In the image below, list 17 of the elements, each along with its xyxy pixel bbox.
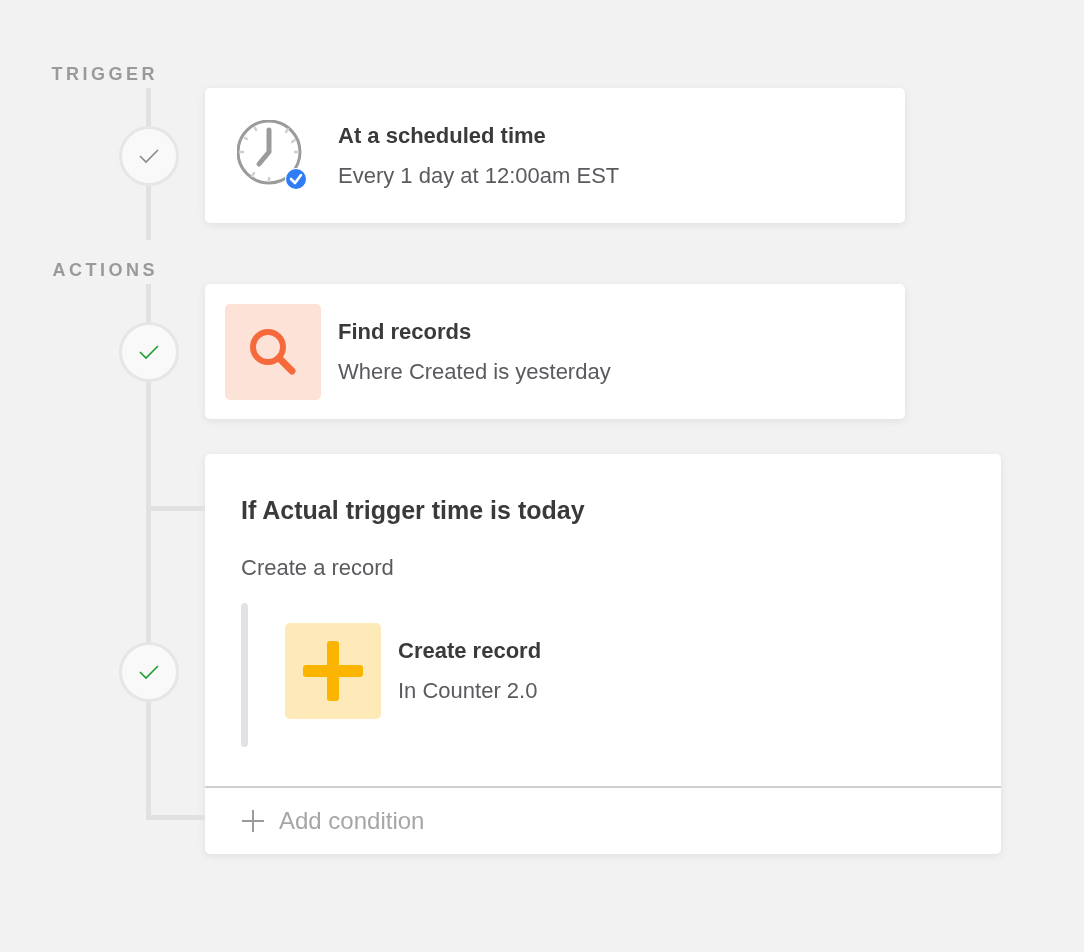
step-subtitle: In Counter 2.0 [398,678,539,704]
step-card[interactable]: Find records Where Created is yesterday [205,284,905,419]
step-title: At a scheduled time [338,122,547,149]
search-icon [225,303,321,400]
clock-icon [237,119,309,192]
step-card[interactable]: At a scheduled time Every 1 day at 12:00am EST [205,88,905,223]
section-label: ACTIONS [51,259,158,282]
plus-icon [241,809,265,833]
step-title: Find records [338,318,473,345]
plus-icon [285,623,381,719]
step-subtitle: Every 1 day at 12:00am EST [338,162,620,189]
condition-subtitle: Create a record [241,555,395,581]
nested-step[interactable]: Create record In Counter 2.0 [285,623,542,719]
section-label: TRIGGER [50,63,158,86]
step-title: Create record [398,638,542,664]
step-subtitle: Where Created is yesterday [338,358,611,385]
condition-title: If Actual trigger time is today [241,496,586,525]
